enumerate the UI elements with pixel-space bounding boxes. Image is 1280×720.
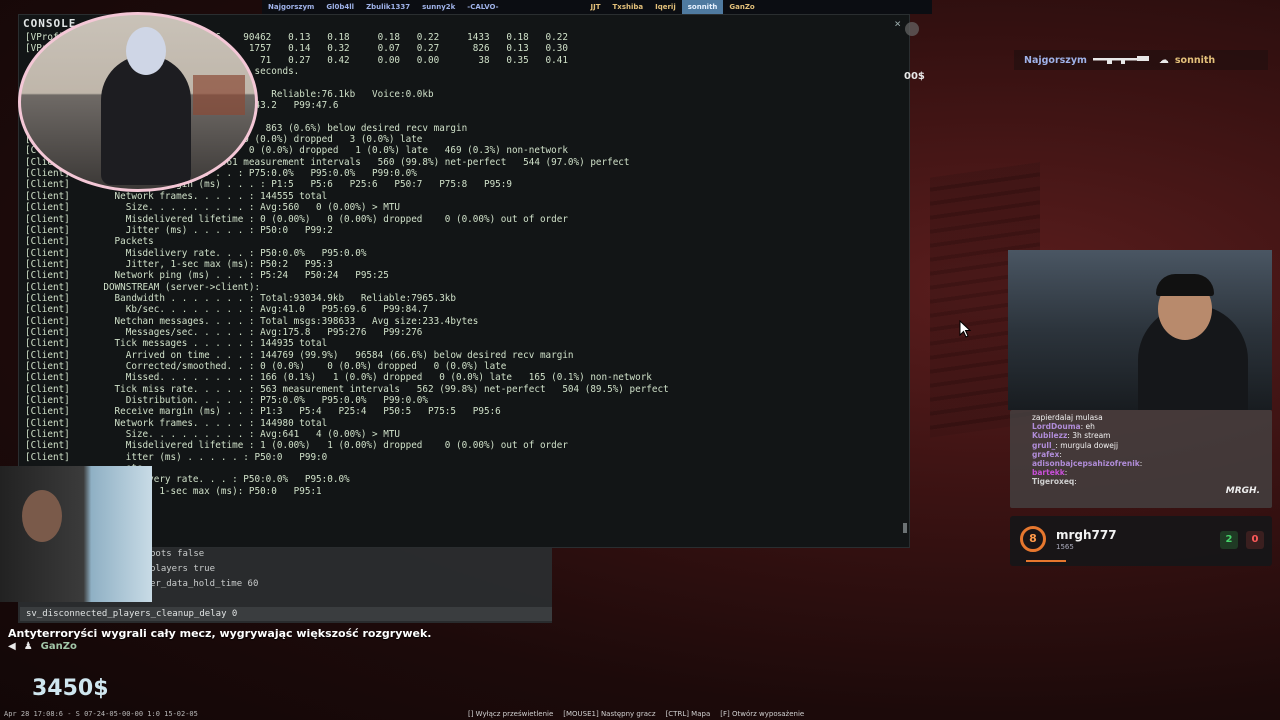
- speaker-icon: ◀: [8, 641, 16, 652]
- round-message: Antyterroryści wygrali cały mecz, wygryw…: [8, 627, 432, 640]
- chat-message: grull_: murgula dowejj: [1032, 440, 1119, 450]
- console-line: [Client] Size. . . . . . . . . : Avg:641…: [25, 429, 401, 441]
- money-partial: 00$: [904, 71, 925, 82]
- console-line: [Client] Packets: [25, 236, 154, 248]
- console-line: [Client] Bandwidth . . . . . . . : Total…: [25, 292, 456, 304]
- rifle-icon: [1092, 54, 1153, 67]
- scoreboard-player: -CALVO-: [467, 3, 499, 11]
- scoreboard-player: GanZo: [729, 3, 755, 11]
- console-line: [Client] Jitter (ms) . . . . . : P50:0 P…: [25, 224, 333, 236]
- chat-username: adisonbajcepsahizofrenik: [1032, 459, 1140, 469]
- mouse-cursor-icon: [959, 320, 972, 338]
- console-line: [Client] Network frames. . . . . : 14455…: [25, 190, 328, 202]
- scoreboard-player: Iqerij: [655, 3, 676, 11]
- chat-message: Kubilezz: 3h stream: [1032, 431, 1111, 441]
- console-line: [Client] Tick miss rate. . . . . : 563 m…: [25, 383, 669, 395]
- build-info: Apr 28 17:08:6 - S 07-24-05-00-00 1:0 15…: [4, 710, 198, 718]
- close-icon[interactable]: ×: [894, 17, 901, 30]
- chat-box: zapierdalaj mulasa LordDouma: eh Kubilezz:…: [1010, 410, 1272, 508]
- chat-message: zapierdalaj mulasa: [1032, 413, 1272, 422]
- webcam-round: [18, 12, 258, 192]
- webcam-head: [126, 27, 166, 75]
- console-line: [Client] Network ping (ms) . . . : P5:24…: [25, 270, 389, 282]
- scoreboard-player: Zbulik1337: [366, 3, 411, 11]
- console-line: [Client] Missed. . . . . . . . : 166 (0.…: [25, 372, 652, 384]
- killfeed-attacker: Najgorszym: [1024, 54, 1087, 66]
- console-line: [Client] itter (ms) . . . . . : P50:0 P9…: [25, 451, 328, 463]
- webcam-shelf: [193, 75, 245, 115]
- chat-text: 3h stream: [1072, 431, 1111, 441]
- level-badge: 8: [1020, 526, 1046, 552]
- headshot-icon: ☁: [1158, 54, 1169, 66]
- player-card: 8 mrgh777 1565 2 0: [1010, 516, 1272, 566]
- console-line: pped.: [25, 497, 899, 508]
- console-line: [Client] Misdelivery rate. . . : P50:0.0…: [25, 247, 367, 259]
- player-name: mrgh777: [1056, 528, 1117, 542]
- spectator-info: ◀ ♟ GanZo: [8, 641, 77, 652]
- scoreboard-player: sonnith: [681, 0, 724, 14]
- console-line: tter, 1-sec max (ms): P50:0 P95:1: [25, 485, 322, 497]
- console-line: [Client] Size. . . . . . . . . : Avg:560…: [25, 202, 401, 214]
- chat-username: Kubilezz: [1032, 431, 1068, 441]
- scoreboard-player: sunny2k: [422, 3, 456, 11]
- streamer-cap: [1156, 274, 1214, 296]
- money-display: 3450$: [32, 676, 109, 701]
- console-input[interactable]: sv_disconnected_players_cleanup_delay 0: [20, 607, 552, 621]
- chat-text: murgula dowejj: [1060, 440, 1119, 450]
- chat-text: eh: [1085, 422, 1095, 432]
- killfeed-victim: sonnith: [1174, 54, 1216, 66]
- console-line: [Client] Netchan messages. . . . : Total…: [25, 315, 479, 327]
- chat-username: LordDouma: [1032, 422, 1081, 432]
- console-line: [Client] Network frames. . . . . : 14498…: [25, 417, 328, 429]
- elo-progress-bar: [1026, 560, 1066, 562]
- scoreboard-player: Gl0b4ll: [326, 3, 355, 11]
- scoreboard-player: JJT: [590, 3, 601, 11]
- player-silhouette-icon: ♟: [23, 641, 33, 652]
- chat-username: bartekk: [1032, 468, 1065, 478]
- chat-text: zapierdalaj mulasa: [1032, 413, 1103, 422]
- console-line: [Client] Jitter, 1-sec max (ms): P50:2 P…: [25, 258, 333, 270]
- settings-icon[interactable]: [905, 22, 919, 36]
- webcam-guest: [0, 466, 152, 602]
- webcam-streamer: [1008, 250, 1272, 410]
- key-hint: [CTRL] Mapa: [665, 710, 711, 718]
- wins-count: 2: [1220, 531, 1238, 549]
- kill-feed: Najgorszym ☁ sonnith: [1014, 50, 1268, 70]
- player-elo: 1565: [1056, 543, 1074, 551]
- console-line: [Client] DOWNSTREAM (server->client):: [25, 281, 261, 293]
- spectated-player-name: GanZo: [40, 641, 77, 652]
- console-line: ets: [25, 463, 899, 474]
- scoreboard-player: Najgorszym: [268, 3, 315, 11]
- console-line: [Client] Tick messages . . . . . : 14493…: [25, 338, 328, 350]
- scoreboard-bar: Najgorszym Gl0b4ll Zbulik1337 sunny2k -CALVO…: [262, 0, 932, 14]
- console-line: [Client] Misdelivered lifetime : 1 (0.00…: [25, 440, 568, 452]
- losses-count: 0: [1246, 531, 1264, 549]
- console-line: [Client] Arrived on time . . . : 144769 …: [25, 349, 574, 361]
- console-line: [Client] Distribution. . . . . : P75:0.0…: [25, 395, 428, 406]
- chat-logo: MRGH.: [1225, 485, 1260, 496]
- chat-username: grafex: [1032, 449, 1060, 459]
- console-line: [Client] Receive margin (ms) . . : P1:3 …: [25, 406, 501, 418]
- key-hint: [] Wyłącz prześwietlenie: [468, 710, 554, 718]
- chat-message: LordDouma: eh: [1032, 422, 1095, 432]
- chat-message: bartekk:: [1032, 468, 1068, 478]
- guest-head: [22, 490, 62, 542]
- console-line: delivery rate. . . : P50:0.0% P95:0.0%: [25, 474, 350, 486]
- console-line: [Client] Misdelivered lifetime : 0 (0.00…: [25, 213, 568, 225]
- key-hint: [MOUSE1] Następny gracz: [563, 710, 656, 718]
- console-line: [Client] Corrected/smoothed. . : 0 (0.0%…: [25, 360, 507, 372]
- key-hint: [F] Otwórz wyposażenie: [720, 710, 805, 718]
- console-line: [Client] Messages/sec. . . . . : Avg:175…: [25, 326, 423, 338]
- key-hints: [] Wyłącz prześwietlenie [MOUSE1] Następn…: [468, 710, 804, 718]
- chat-message: adisonbajcepsahizofrenik:: [1032, 459, 1143, 469]
- chat-message: grafex:: [1032, 449, 1062, 459]
- console-scrollbar[interactable]: [903, 523, 907, 533]
- scoreboard-player: Txshiba: [612, 3, 644, 11]
- chat-username: grull_: [1032, 440, 1056, 450]
- chat-username: Tigeroxeq: [1032, 477, 1075, 487]
- console-line: [Client] Kb/sec. . . . . . . . : Avg:41.…: [25, 304, 428, 316]
